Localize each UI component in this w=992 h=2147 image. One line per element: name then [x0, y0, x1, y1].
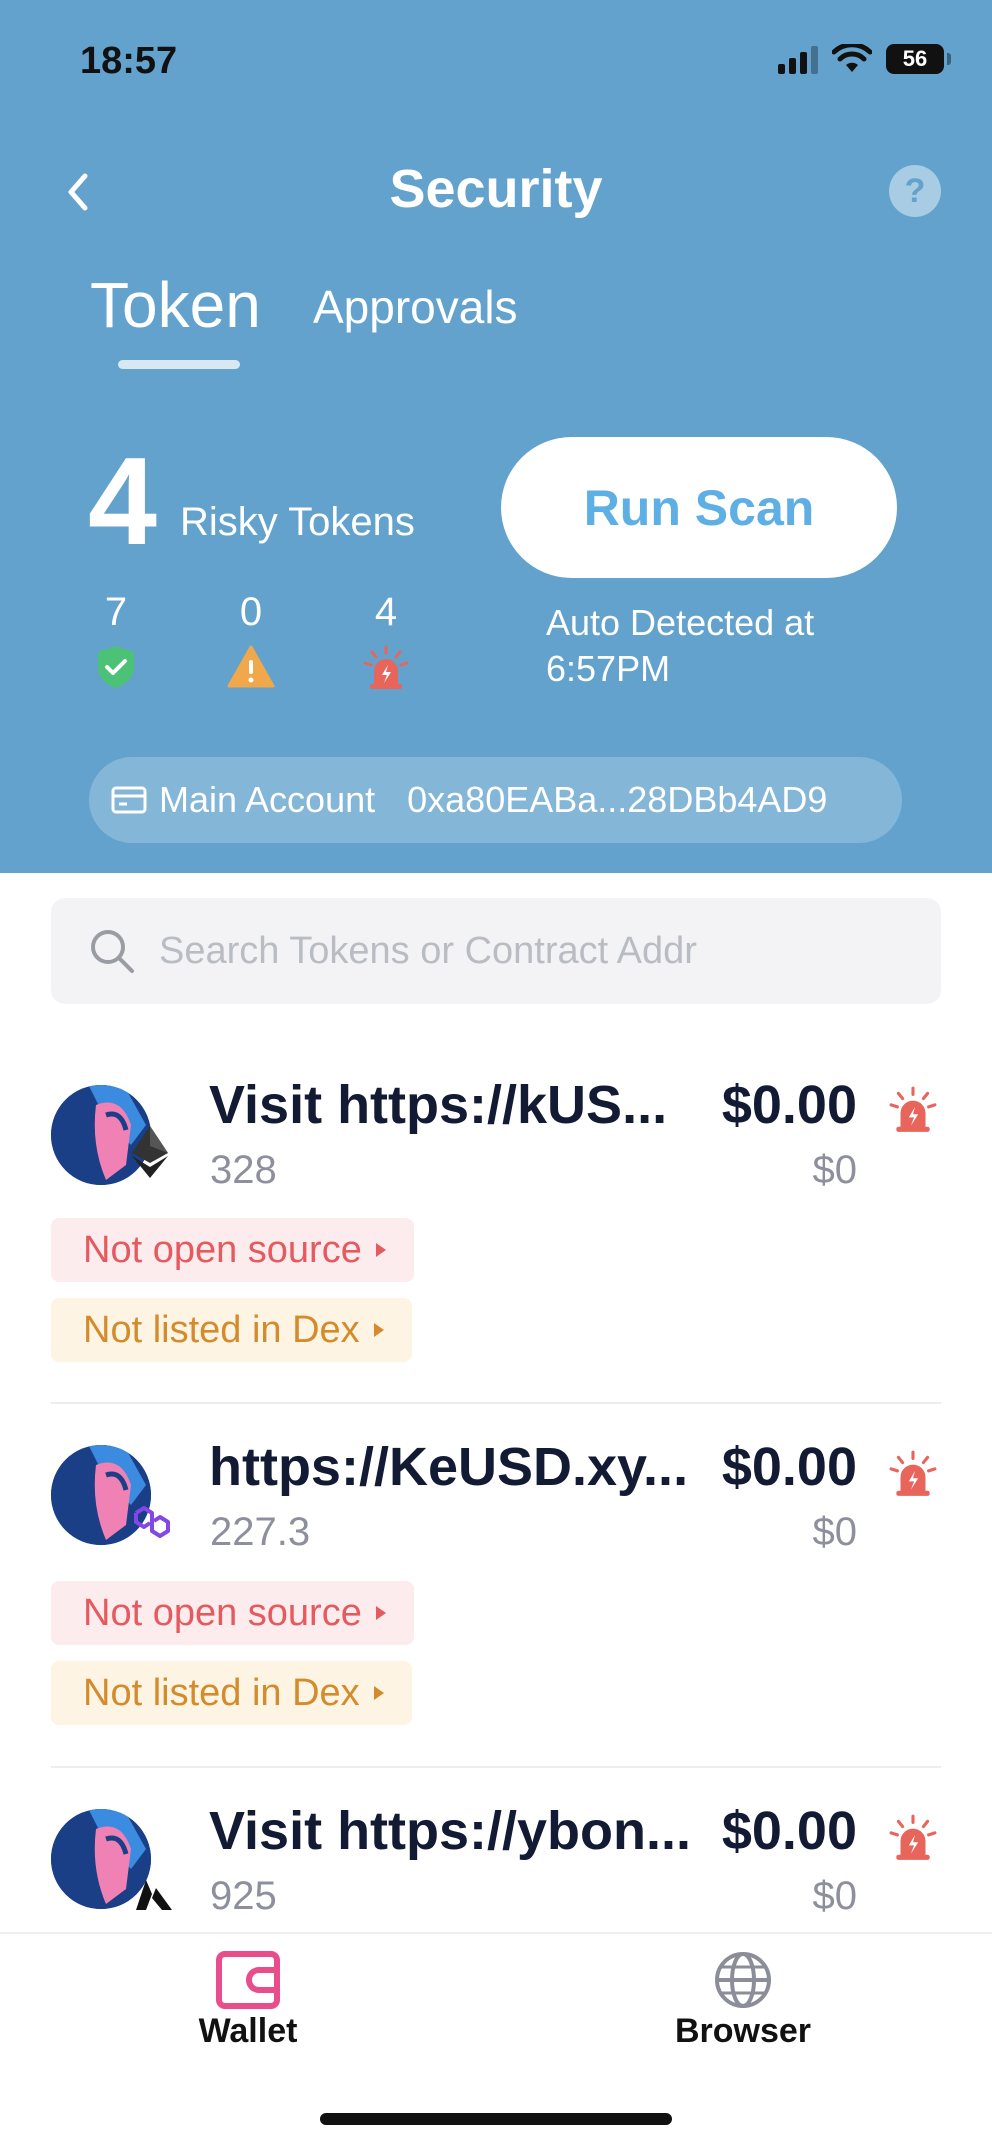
- risk-tag-not-listed-dex[interactable]: Not listed in Dex: [51, 1661, 412, 1725]
- polygon-icon: [130, 1500, 174, 1544]
- token-row[interactable]: https://KeUSD.xy... 227.3 $0.00 $0 Not o…: [0, 1424, 992, 1764]
- question-icon: ?: [904, 171, 926, 210]
- risk-count: 4: [374, 590, 398, 634]
- risk-stat: 4: [346, 590, 426, 691]
- battery-icon: 56: [886, 44, 951, 74]
- arbitrum-icon: [132, 1874, 176, 1918]
- wallet-card-icon: [111, 786, 147, 814]
- tag-label: Not open source: [83, 1591, 362, 1634]
- wifi-icon: [832, 44, 872, 72]
- risk-alarm-icon[interactable]: [888, 1084, 938, 1134]
- wallet-icon: [216, 1951, 280, 2009]
- token-row[interactable]: Visit https://ybon... 925 $0.00 $0: [0, 1788, 992, 1932]
- safe-stat: 7: [76, 590, 156, 691]
- token-amount: 328: [210, 1148, 277, 1192]
- token-name: Visit https://kUS...: [209, 1075, 668, 1135]
- caret-right-icon: [373, 1323, 384, 1337]
- tab-approvals[interactable]: Approvals: [313, 280, 518, 334]
- search-bar[interactable]: [51, 898, 941, 1004]
- token-value: $0: [812, 1874, 858, 1918]
- token-price: $0.00: [721, 1437, 857, 1497]
- run-scan-button[interactable]: Run Scan: [501, 437, 897, 578]
- alarm-icon: [363, 645, 409, 689]
- token-name: https://KeUSD.xy...: [209, 1437, 689, 1497]
- risk-tag-not-listed-dex[interactable]: Not listed in Dex: [51, 1298, 412, 1362]
- warning-stat: 0: [211, 590, 291, 691]
- cellular-signal-icon: [778, 44, 818, 74]
- account-name: Main Account: [159, 779, 376, 820]
- nav-browser[interactable]: Browser: [643, 1950, 843, 2051]
- token-name: Visit https://ybon...: [209, 1801, 692, 1861]
- nav-wallet-label: Wallet: [198, 2012, 298, 2050]
- warning-count: 0: [239, 590, 263, 634]
- tag-label: Not listed in Dex: [83, 1671, 360, 1714]
- active-tab-indicator: [118, 360, 240, 369]
- token-amount: 925: [210, 1874, 277, 1918]
- page-title: Security: [389, 159, 603, 219]
- safe-count: 7: [104, 590, 128, 634]
- home-indicator: [320, 2113, 672, 2125]
- status-icons: 56: [778, 44, 951, 74]
- token-price: $0.00: [721, 1801, 857, 1861]
- caret-right-icon: [375, 1606, 386, 1620]
- account-selector[interactable]: Main Account 0xa80EABa...28DBb4AD9: [89, 757, 902, 843]
- nav-browser-label: Browser: [674, 2012, 812, 2050]
- ethereum-icon: [128, 1126, 172, 1178]
- nav-wallet[interactable]: Wallet: [148, 1950, 348, 2051]
- shield-check-icon: [98, 646, 134, 688]
- tag-label: Not listed in Dex: [83, 1308, 360, 1351]
- tab-token[interactable]: Token: [90, 268, 261, 342]
- row-divider: [51, 1402, 941, 1404]
- search-icon: [91, 930, 134, 973]
- globe-icon: [715, 1952, 771, 2008]
- risky-token-count: 4: [88, 433, 157, 571]
- risk-tag-not-open-source[interactable]: Not open source: [51, 1581, 414, 1645]
- tag-label: Not open source: [83, 1228, 362, 1271]
- token-price: $0.00: [721, 1075, 857, 1135]
- account-address: 0xa80EABa...28DBb4AD9: [407, 779, 828, 820]
- token-row[interactable]: Visit https://kUS... 328 $0.00 $0 Not op…: [0, 1060, 992, 1400]
- row-divider: [51, 1766, 941, 1768]
- search-input[interactable]: [159, 929, 859, 973]
- auto-detected-text: Auto Detected at 6:57PM: [546, 602, 815, 689]
- caret-right-icon: [373, 1686, 384, 1700]
- warning-triangle-icon: [227, 645, 275, 688]
- status-time: 18:57: [80, 40, 178, 82]
- token-amount: 227.3: [210, 1510, 311, 1554]
- risk-alarm-icon[interactable]: [888, 1812, 938, 1862]
- token-value: $0: [812, 1148, 858, 1192]
- risk-alarm-icon[interactable]: [888, 1448, 938, 1498]
- security-header: 18:57 56 Security ? Token Approvals 4 Ri…: [0, 0, 992, 873]
- help-button[interactable]: ?: [889, 165, 941, 217]
- risky-tokens-label: Risky Tokens: [180, 500, 415, 544]
- caret-right-icon: [375, 1243, 386, 1257]
- risk-tag-not-open-source[interactable]: Not open source: [51, 1218, 414, 1282]
- token-value: $0: [812, 1510, 858, 1554]
